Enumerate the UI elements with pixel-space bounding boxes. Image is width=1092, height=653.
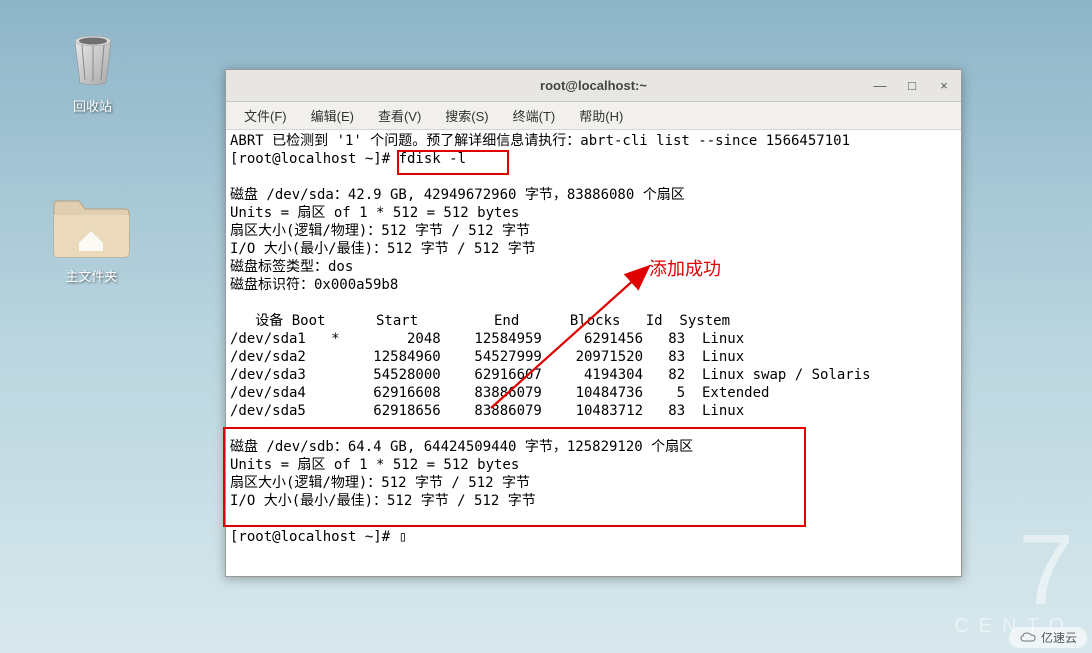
menu-search[interactable]: 搜索(S) (435, 104, 498, 127)
highlight-command (397, 150, 509, 175)
output-line: /dev/sda4 62916608 83886079 10484736 5 E… (230, 385, 769, 401)
menubar: 文件(F) 编辑(E) 查看(V) 搜索(S) 终端(T) 帮助(H) (226, 102, 961, 130)
output-line: 磁盘标签类型：dos (230, 259, 353, 275)
desktop-trash-label: 回收站 (45, 96, 140, 115)
desktop-trash-icon[interactable]: 回收站 (45, 30, 140, 115)
output-line: /dev/sda1 * 2048 12584959 6291456 83 Lin… (230, 331, 744, 347)
cloud-icon (1019, 632, 1037, 644)
output-line: 磁盘 /dev/sda：42.9 GB, 42949672960 字节，8388… (230, 187, 685, 203)
folder-home-icon (49, 195, 134, 260)
menu-terminal[interactable]: 终端(T) (503, 104, 566, 127)
annotation-text: 添加成功 (649, 255, 721, 281)
centos-wallpaper-text: 7 CENTO (954, 525, 1074, 638)
cursor: ▯ (399, 529, 407, 545)
output-line: ABRT 已检测到 '1' 个问题。预了解详细信息请执行：abrt-cli li… (230, 133, 850, 149)
menu-file[interactable]: 文件(F) (234, 104, 297, 127)
output-line: [root@localhost ~]# (230, 529, 399, 545)
close-button[interactable]: × (933, 75, 955, 97)
watermark-text: 亿速云 (1041, 629, 1077, 646)
titlebar[interactable]: root@localhost:~ — □ × (226, 70, 961, 102)
output-line: 设备 Boot Start End Blocks Id System (230, 313, 730, 329)
menu-edit[interactable]: 编辑(E) (301, 104, 364, 127)
maximize-button[interactable]: □ (901, 75, 923, 97)
output-line: /dev/sda3 54528000 62916607 4194304 82 L… (230, 367, 871, 383)
output-line: 扇区大小(逻辑/物理)：512 字节 / 512 字节 (230, 223, 530, 239)
centos-version: 7 (954, 525, 1074, 615)
watermark: 亿速云 (1009, 627, 1087, 648)
output-line: Units = 扇区 of 1 * 512 = 512 bytes (230, 205, 519, 221)
output-line: I/O 大小(最小/最佳)：512 字节 / 512 字节 (230, 241, 536, 257)
menu-help[interactable]: 帮助(H) (569, 104, 633, 127)
desktop-home-icon[interactable]: 主文件夹 (44, 195, 139, 285)
output-line: 磁盘标识符：0x000a59b8 (230, 277, 398, 293)
menu-view[interactable]: 查看(V) (368, 104, 431, 127)
output-line: /dev/sda2 12584960 54527999 20971520 83 … (230, 349, 744, 365)
desktop-home-label: 主文件夹 (44, 266, 139, 285)
minimize-button[interactable]: — (869, 75, 891, 97)
window-title: root@localhost:~ (540, 78, 647, 93)
output-line: /dev/sda5 62918656 83886079 10483712 83 … (230, 403, 744, 419)
highlight-newdisk (223, 427, 806, 527)
trash-icon (63, 30, 123, 90)
